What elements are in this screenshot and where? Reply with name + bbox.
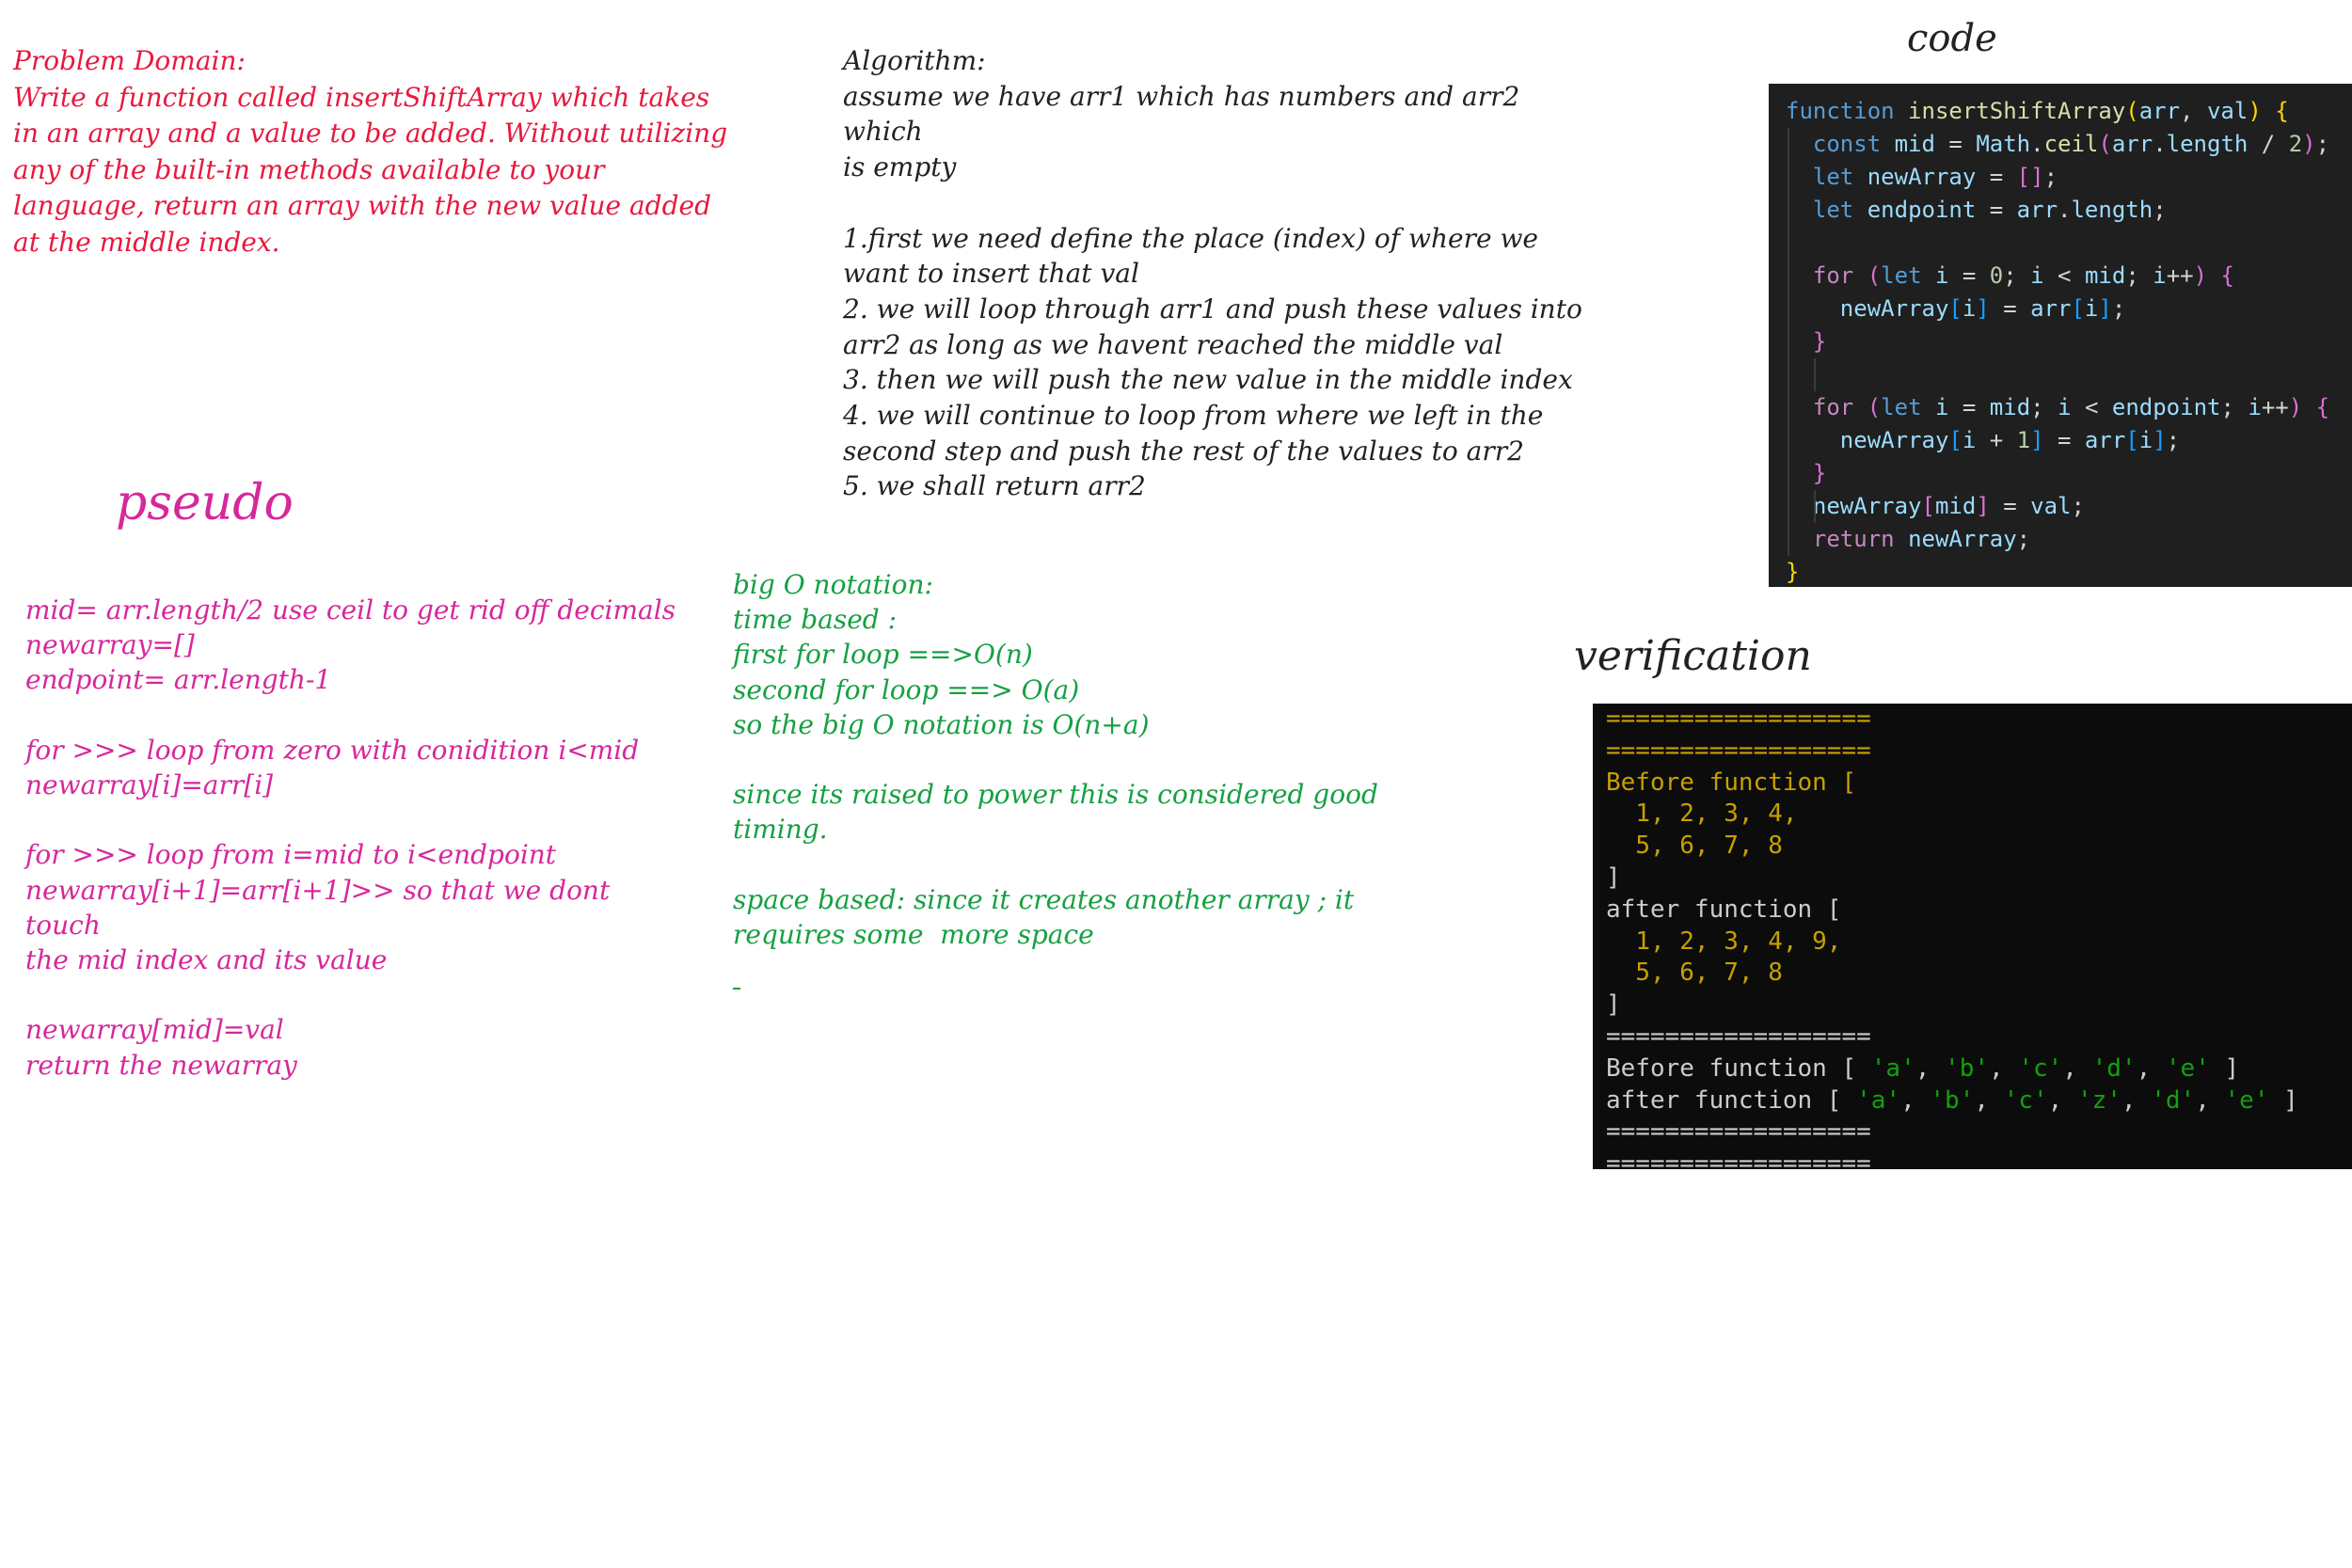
before-values-row-2: 5, 6, 7, 8 (1635, 832, 1783, 861)
code-block: function insertShiftArray(arr, val) { co… (1769, 84, 2352, 587)
string-item: 'b' (1930, 1085, 1975, 1115)
string-item: 'c' (2018, 1053, 2063, 1083)
string-item: 'a' (1856, 1085, 1901, 1115)
code-line: for (let i = mid; i < endpoint; i++) { (1812, 394, 2330, 420)
algorithm-text: Algorithm: assume we have arr1 which has… (843, 45, 1582, 502)
after-string-label: after function [ (1606, 1085, 1842, 1115)
string-item: 'e' (2224, 1085, 2269, 1115)
before-string-label: Before function [ (1606, 1053, 1857, 1083)
separator-line: ================== (1606, 736, 1871, 765)
before-label: Before function [ (1606, 768, 1857, 797)
pseudo-text: mid= arr.length/2 use ceil to get rid of… (25, 594, 676, 1081)
pseudo-heading: pseudo (116, 475, 294, 531)
after-label: after function [ (1606, 895, 1842, 924)
code-line: newArray[i] = arr[i]; (1839, 295, 2126, 322)
code-line: function insertShiftArray(arr, val) { (1786, 98, 2289, 124)
verification-heading: verification (1574, 632, 1812, 680)
code-line: let newArray = []; (1812, 164, 2058, 190)
code-line: newArray[i + 1] = arr[i]; (1839, 427, 2181, 453)
separator-line: ================== (1606, 705, 1871, 733)
separator-line: ================== (1606, 1022, 1871, 1051)
close-bracket: ] (1606, 863, 1621, 892)
terminal-text: ================== ================== Be… (1593, 704, 2352, 1169)
terminal-output-screenshot: ================== ================== Be… (1593, 704, 2352, 1169)
stray-dash (733, 988, 740, 990)
string-item: 'd' (2151, 1085, 2196, 1115)
string-item: 'z' (2076, 1085, 2122, 1115)
string-item: 'c' (2003, 1085, 2048, 1115)
before-values-row-1: 1, 2, 3, 4, (1635, 800, 1798, 829)
code-line: const mid = Math.ceil(arr.length / 2); (1812, 131, 2330, 157)
code-editor-screenshot: function insertShiftArray(arr, val) { co… (1769, 84, 2352, 587)
code-line: for (let i = 0; i < mid; i++) { (1812, 262, 2234, 289)
string-item: 'a' (1870, 1053, 1915, 1083)
string-item: 'b' (1945, 1053, 1990, 1083)
code-line: } (1812, 328, 1827, 355)
separator-line: ================== (1606, 1149, 1871, 1169)
code-line: newArray[mid] = val; (1812, 493, 2085, 519)
after-values-row-2: 5, 6, 7, 8 (1635, 958, 1783, 988)
string-item: 'd' (2091, 1053, 2137, 1083)
big-o-text: big O notation: time based : first for l… (733, 569, 1378, 951)
code-line: let endpoint = arr.length; (1812, 197, 2167, 223)
problem-domain-text: Problem Domain: Write a function called … (13, 45, 728, 258)
after-values-row-1: 1, 2, 3, 4, 9, (1635, 927, 1842, 956)
code-line: } (1812, 460, 1827, 486)
code-heading: code (1907, 17, 1997, 60)
close-bracket: ] (1606, 990, 1621, 1020)
code-line: return newArray; (1812, 526, 2031, 552)
string-item: 'e' (2165, 1053, 2210, 1083)
separator-line: ================== (1606, 1117, 1871, 1147)
code-line: } (1786, 559, 1800, 585)
